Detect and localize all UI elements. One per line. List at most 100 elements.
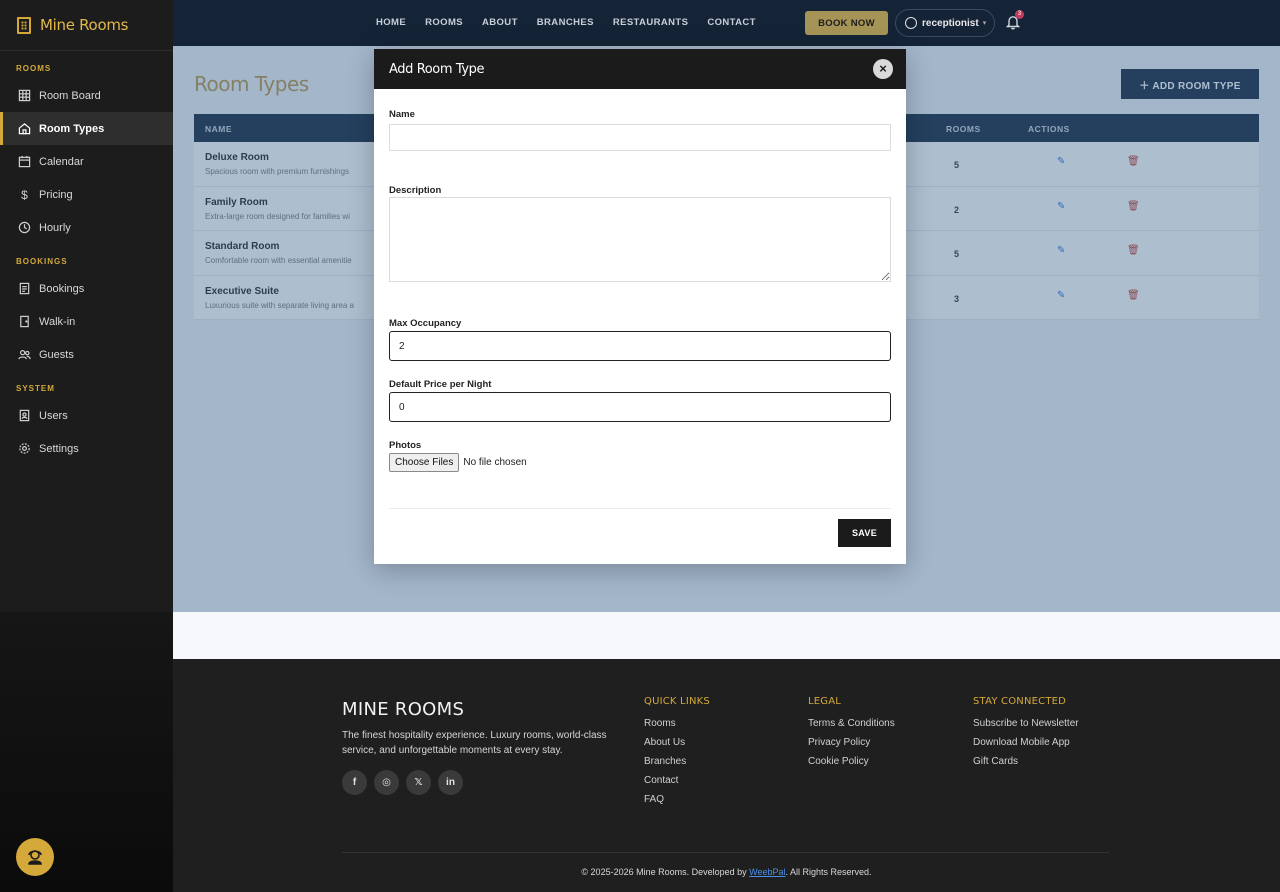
footer-link-gift-cards[interactable]: Gift Cards	[973, 756, 1079, 767]
photos-label: Photos	[389, 440, 422, 451]
hotel-building-icon	[17, 16, 31, 34]
sidebar-item-bookings[interactable]: Bookings	[0, 272, 173, 305]
nav-restaurants[interactable]: RESTAURANTS	[613, 17, 688, 28]
nav-contact[interactable]: CONTACT	[707, 17, 756, 28]
nav-home[interactable]: HOME	[376, 17, 406, 28]
main-nav: HOME ROOMS ABOUT BRANCHES RESTAURANTS CO…	[376, 17, 756, 28]
close-icon[interactable]: ×	[873, 59, 893, 79]
footer-heading: STAY CONNECTED	[973, 696, 1067, 707]
copyright-prefix: © 2025-2026 Mine Rooms. Developed by	[581, 867, 750, 877]
max-occupancy-input[interactable]	[389, 331, 891, 361]
footer-link-about[interactable]: About Us	[644, 737, 710, 748]
support-agent-button[interactable]	[16, 838, 54, 876]
save-button[interactable]: SAVE	[838, 519, 891, 547]
description-textarea[interactable]	[389, 197, 891, 282]
id-badge-icon	[18, 409, 31, 422]
sidebar-item-label: Room Board	[39, 89, 101, 102]
social-links: f ◎ 𝕏 in	[342, 770, 463, 795]
sidebar-item-hourly[interactable]: Hourly	[0, 211, 173, 244]
sidebar-item-label: Walk-in	[39, 315, 76, 328]
sidebar-item-label: Users	[39, 409, 68, 422]
footer-tagline: The finest hospitality experience. Luxur…	[342, 730, 607, 756]
max-occupancy-label: Max Occupancy	[389, 318, 462, 329]
sidebar-item-label: Room Types	[39, 122, 105, 135]
brand[interactable]: Mine Rooms	[0, 0, 173, 51]
sidebar-item-room-board[interactable]: Room Board	[0, 79, 173, 112]
nav-about[interactable]: ABOUT	[482, 17, 518, 28]
nav-branches[interactable]: BRANCHES	[537, 17, 594, 28]
add-room-type-modal: Add Room Type × Name Description Max Occ…	[374, 49, 906, 564]
support-agent-icon	[28, 850, 42, 865]
grid-icon	[18, 89, 31, 102]
nav-rooms[interactable]: ROOMS	[425, 17, 463, 28]
document-icon	[18, 282, 31, 295]
facebook-icon[interactable]: f	[342, 770, 367, 795]
sidebar-item-guests[interactable]: Guests	[0, 338, 173, 371]
notification-badge: 3	[1015, 10, 1024, 19]
top-nav-bar: HOME ROOMS ABOUT BRANCHES RESTAURANTS CO…	[173, 0, 1280, 46]
home-icon	[18, 122, 31, 135]
calendar-icon	[18, 155, 31, 168]
choose-files-button[interactable]: Choose Files	[389, 453, 460, 472]
footer-link-terms[interactable]: Terms & Conditions	[808, 718, 895, 729]
sidebar-item-settings[interactable]: Settings	[0, 432, 173, 465]
footer-heading: LEGAL	[808, 696, 842, 707]
sidebar-item-room-types[interactable]: Room Types	[0, 112, 173, 145]
modal-title: Add Room Type	[389, 61, 485, 77]
sidebar-item-users[interactable]: Users	[0, 399, 173, 432]
footer: MINE ROOMS The finest hospitality experi…	[173, 659, 1280, 892]
photos-file-input: Choose Files No file chosen	[389, 453, 527, 472]
price-per-night-input[interactable]	[389, 392, 891, 422]
name-input[interactable]	[389, 124, 891, 151]
sidebar-item-pricing[interactable]: $ Pricing	[0, 178, 173, 211]
name-label: Name	[389, 109, 415, 120]
sidebar-item-calendar[interactable]: Calendar	[0, 145, 173, 178]
linkedin-icon[interactable]: in	[438, 770, 463, 795]
sidebar: Mine Rooms ROOMS Room Board Room Types C…	[0, 0, 173, 612]
modal-divider	[389, 508, 891, 509]
brand-name: Mine Rooms	[40, 16, 129, 34]
footer-link-cookie[interactable]: Cookie Policy	[808, 756, 895, 767]
footer-link-privacy[interactable]: Privacy Policy	[808, 737, 895, 748]
footer-link-faq[interactable]: FAQ	[644, 794, 710, 805]
chevron-down-icon: ▾	[982, 20, 987, 27]
sidebar-section-rooms: ROOMS	[16, 64, 52, 73]
footer-divider	[342, 852, 1109, 853]
user-menu[interactable]: receptionist ▾	[895, 9, 995, 37]
sidebar-section-system: SYSTEM	[16, 384, 55, 393]
sidebar-item-label: Pricing	[39, 188, 73, 201]
dollar-icon: $	[21, 187, 28, 202]
footer-quick-links: QUICK LINKS Rooms About Us Branches Cont…	[644, 696, 710, 813]
sidebar-section-bookings: BOOKINGS	[16, 257, 68, 266]
user-name: receptionist	[922, 17, 979, 29]
footer-link-rooms[interactable]: Rooms	[644, 718, 710, 729]
sidebar-item-label: Guests	[39, 348, 74, 361]
footer-brand: MINE ROOMS	[342, 699, 465, 720]
footer-link-mobile-app[interactable]: Download Mobile App	[973, 737, 1079, 748]
footer-heading: QUICK LINKS	[644, 696, 710, 707]
book-now-button[interactable]: BOOK NOW	[805, 11, 888, 35]
footer-link-branches[interactable]: Branches	[644, 756, 710, 767]
users-icon	[18, 348, 31, 361]
door-icon	[18, 315, 31, 328]
footer-link-newsletter[interactable]: Subscribe to Newsletter	[973, 718, 1079, 729]
footer-link-contact[interactable]: Contact	[644, 775, 710, 786]
sidebar-item-label: Settings	[39, 442, 79, 455]
sidebar-item-label: Hourly	[39, 221, 71, 234]
modal-header: Add Room Type ×	[374, 49, 906, 89]
developer-link[interactable]: WeebPal	[749, 867, 785, 877]
instagram-icon[interactable]: ◎	[374, 770, 399, 795]
copyright: © 2025-2026 Mine Rooms. Developed by Wee…	[173, 867, 1280, 877]
sidebar-item-walk-in[interactable]: Walk-in	[0, 305, 173, 338]
footer-legal: LEGAL Terms & Conditions Privacy Policy …	[808, 696, 895, 775]
user-circle-icon	[905, 17, 917, 29]
price-label: Default Price per Night	[389, 379, 492, 390]
copyright-suffix: . All Rights Reserved.	[785, 867, 872, 877]
content-bottom-band	[173, 612, 1280, 659]
sidebar-item-label: Bookings	[39, 282, 85, 295]
footer-stay-connected: STAY CONNECTED Subscribe to Newsletter D…	[973, 696, 1079, 775]
file-status: No file chosen	[463, 457, 527, 468]
x-icon[interactable]: 𝕏	[406, 770, 431, 795]
gear-icon	[18, 442, 31, 455]
clock-icon	[18, 221, 31, 234]
